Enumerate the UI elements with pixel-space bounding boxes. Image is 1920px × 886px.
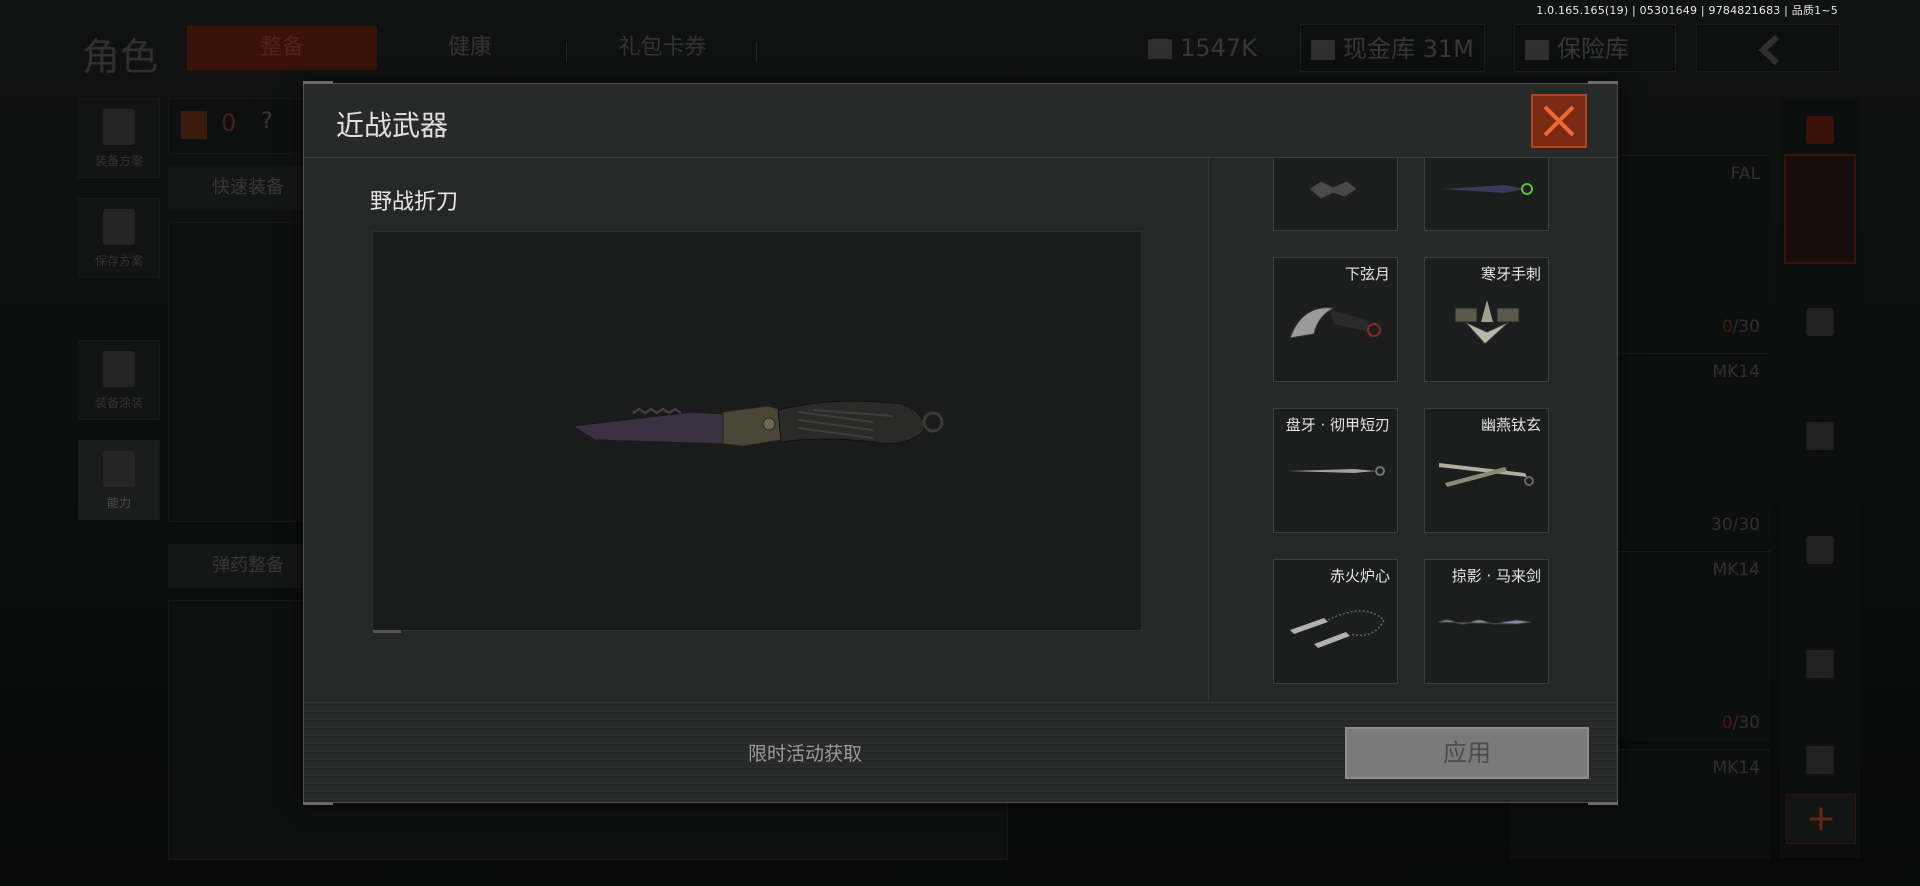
list-item[interactable] bbox=[1424, 158, 1549, 231]
dialog-header: 近战武器 bbox=[304, 84, 1617, 158]
item-label: 赤火炉心 bbox=[1329, 567, 1390, 585]
dialog-footer: 限时活动获取 应用 bbox=[304, 702, 1617, 802]
folding-knife-icon bbox=[573, 400, 944, 447]
close-icon bbox=[1543, 105, 1575, 137]
weapon-list[interactable]: 下弦月 寒牙手刺 盘牙 · 彻甲短刃 幽燕钛玄 赤火炉心 掠影 · 马来剑 bbox=[1208, 158, 1618, 702]
acquire-source: 限时活动获取 bbox=[748, 743, 863, 765]
item-label: 寒牙手刺 bbox=[1480, 265, 1541, 283]
list-item[interactable]: 寒牙手刺 bbox=[1424, 257, 1549, 382]
dagger-icon bbox=[1288, 466, 1385, 476]
dialog-title: 近战武器 bbox=[336, 109, 449, 142]
version-info: 1.0.165.165(19) | 05301649 | 9784821683 … bbox=[1536, 4, 1838, 17]
karambit-icon bbox=[1289, 307, 1381, 339]
twin-blade-icon bbox=[1439, 463, 1534, 487]
item-preview[interactable] bbox=[372, 231, 1142, 633]
list-item[interactable]: 掠影 · 马来剑 bbox=[1424, 559, 1549, 684]
item-label: 幽燕钛玄 bbox=[1480, 416, 1541, 434]
list-item[interactable]: 幽燕钛玄 bbox=[1424, 408, 1549, 533]
melee-weapon-dialog: 近战武器 野战折刀 下弦月 寒牙手刺 盘牙 · 彻甲短刃 幽燕钛玄 赤火炉心 掠… bbox=[303, 81, 1618, 805]
list-item[interactable]: 下弦月 bbox=[1273, 257, 1398, 382]
close-button[interactable] bbox=[1531, 94, 1587, 148]
item-label: 盘牙 · 彻甲短刃 bbox=[1285, 416, 1390, 434]
list-item[interactable]: 盘牙 · 彻甲短刃 bbox=[1273, 408, 1398, 533]
list-item[interactable]: 赤火炉心 bbox=[1273, 559, 1398, 684]
knife-partial-icon bbox=[1443, 183, 1533, 195]
item-label: 下弦月 bbox=[1344, 265, 1390, 283]
list-item[interactable] bbox=[1273, 158, 1398, 231]
kunai-chain-icon bbox=[1290, 610, 1385, 648]
apply-button[interactable]: 应用 bbox=[1345, 727, 1589, 779]
knife-partial-icon bbox=[1308, 180, 1358, 200]
kris-icon bbox=[1438, 619, 1532, 625]
claw-icon bbox=[1454, 300, 1520, 345]
selected-item-name: 野战折刀 bbox=[370, 190, 459, 215]
item-label: 掠影 · 马来剑 bbox=[1451, 567, 1541, 585]
